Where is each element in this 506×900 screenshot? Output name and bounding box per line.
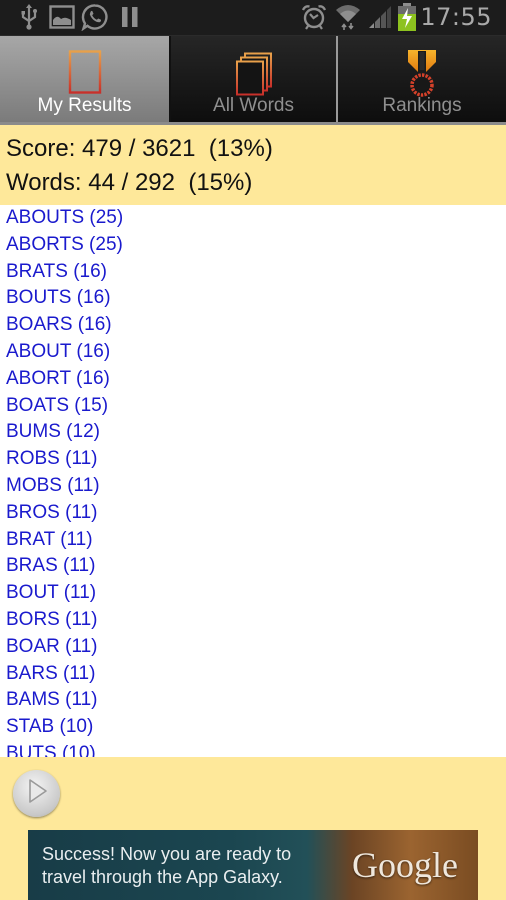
alarm-icon: [301, 4, 327, 30]
documents-stack-icon: [235, 52, 273, 101]
list-item[interactable]: BUTS (10): [0, 741, 506, 757]
list-item[interactable]: BARS (11): [0, 661, 506, 688]
clock: 17:55: [420, 3, 492, 31]
list-item[interactable]: BRAS (11): [0, 553, 506, 580]
list-item[interactable]: BROS (11): [0, 500, 506, 527]
list-item[interactable]: MOBS (11): [0, 473, 506, 500]
ad-brand-logo: Google: [352, 845, 458, 885]
play-button[interactable]: [13, 770, 60, 817]
list-item[interactable]: BAMS (11): [0, 687, 506, 714]
list-item[interactable]: BRAT (11): [0, 527, 506, 554]
list-item[interactable]: ROBS (11): [0, 446, 506, 473]
list-item[interactable]: BOARS (16): [0, 312, 506, 339]
ad-line-2: travel through the App Galaxy.: [42, 867, 283, 887]
play-icon: [26, 778, 48, 809]
tab-label: Rankings: [382, 95, 462, 116]
results-summary: Score: 479 / 3621 (13%) Words: 44 / 292 …: [0, 125, 506, 205]
pause-icon: [119, 4, 141, 30]
document-icon: [68, 50, 102, 99]
list-item[interactable]: STAB (10): [0, 714, 506, 741]
usb-icon: [18, 4, 40, 30]
signal-icon: [368, 4, 392, 30]
list-item[interactable]: ABORTS (25): [0, 232, 506, 259]
gallery-icon: [48, 4, 76, 30]
bottom-panel: Success! Now you are ready to travel thr…: [0, 757, 506, 900]
list-item[interactable]: BOATS (15): [0, 393, 506, 420]
found-words-list[interactable]: ABOUTS (25) ABORTS (25) BRATS (16) BOUTS…: [0, 205, 506, 757]
tab-all-words[interactable]: All Words: [171, 36, 336, 124]
tab-my-results[interactable]: My Results: [0, 36, 169, 124]
list-item[interactable]: BOUTS (16): [0, 285, 506, 312]
battery-charging-icon: [398, 3, 416, 31]
list-item[interactable]: BRATS (16): [0, 259, 506, 286]
list-item[interactable]: BORS (11): [0, 607, 506, 634]
ad-line-1: Success! Now you are ready to: [42, 844, 292, 864]
ad-banner[interactable]: Success! Now you are ready to travel thr…: [28, 830, 478, 900]
tab-label: My Results: [37, 95, 132, 116]
tab-bar: My Results All Words Rankings: [0, 35, 506, 124]
list-item[interactable]: ABORT (16): [0, 366, 506, 393]
tab-rankings[interactable]: Rankings: [338, 36, 506, 124]
list-item[interactable]: ABOUT (16): [0, 339, 506, 366]
whatsapp-icon: [81, 4, 109, 31]
list-item[interactable]: BOAR (11): [0, 634, 506, 661]
list-item[interactable]: BUMS (12): [0, 419, 506, 446]
wifi-icon: [335, 4, 361, 30]
list-item[interactable]: ABOUTS (25): [0, 205, 506, 232]
words-count-text: Words: 44 / 292 (15%): [6, 169, 253, 196]
score-text: Score: 479 / 3621 (13%): [6, 135, 273, 162]
tab-label: All Words: [213, 95, 294, 116]
status-bar: 17:55: [0, 0, 506, 35]
ad-text: Success! Now you are ready to travel thr…: [42, 843, 291, 889]
list-item[interactable]: BOUT (11): [0, 580, 506, 607]
